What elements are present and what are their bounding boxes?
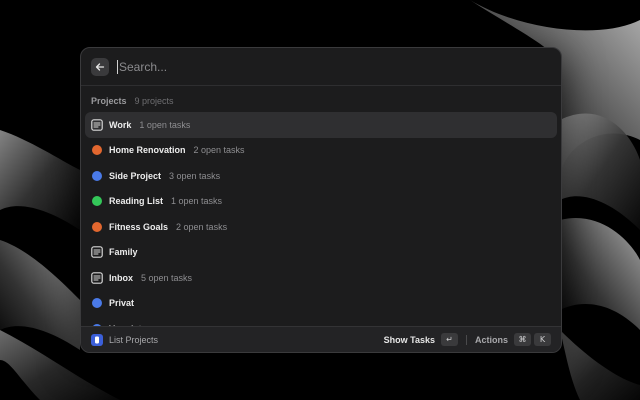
search-input[interactable] xyxy=(117,59,551,74)
section-header: Projects 9 projects xyxy=(81,90,561,112)
search-bar xyxy=(81,48,561,86)
list-item-subtitle: 2 open tasks xyxy=(193,145,245,156)
list-item[interactable]: Fitness Goals 2 open tasks xyxy=(85,214,557,240)
app-icon xyxy=(91,333,103,346)
color-dot xyxy=(92,170,102,181)
color-dot xyxy=(92,196,102,207)
enter-key-icon: ↵ xyxy=(440,333,458,346)
color-dot xyxy=(92,298,102,309)
color-dot xyxy=(92,145,102,156)
list-item-subtitle: 1 open tasks xyxy=(171,196,223,207)
arrow-left-icon xyxy=(95,62,105,71)
list-item[interactable]: Side Project 3 open tasks xyxy=(85,163,557,189)
list-item-subtitle: 3 open tasks xyxy=(169,170,221,181)
k-key-icon: K xyxy=(534,333,551,346)
list-item[interactable]: Reading List 1 open tasks xyxy=(85,189,557,215)
back-button[interactable] xyxy=(91,57,109,76)
list-item-title: Privat xyxy=(109,298,135,309)
list-item[interactable]: Inbox 5 open tasks xyxy=(85,265,557,291)
list-item-subtitle: 1 open tasks xyxy=(139,119,191,130)
footer-title: List Projects xyxy=(109,334,159,345)
show-tasks-button[interactable]: Show Tasks xyxy=(384,335,435,345)
list-item-title: Family xyxy=(109,247,138,258)
list-icon xyxy=(91,271,103,284)
actions-button[interactable]: Actions xyxy=(475,335,508,345)
color-dot-icon xyxy=(91,170,103,182)
list-item[interactable]: Family xyxy=(85,240,557,266)
list-icon xyxy=(91,246,103,259)
list-item-subtitle: 2 open tasks xyxy=(176,221,228,232)
color-dot-icon xyxy=(91,144,103,156)
footer-divider xyxy=(465,334,467,345)
color-dot-icon xyxy=(91,221,103,233)
list-item-subtitle: 5 open tasks xyxy=(141,272,193,283)
list-item-title: Inbox xyxy=(109,272,133,283)
list-icon xyxy=(91,118,103,131)
launcher-window: Projects 9 projects Work 1 open tasks Home… xyxy=(80,47,562,353)
color-dot xyxy=(92,221,102,232)
section-title: Projects xyxy=(91,96,127,106)
list-item-title: Fitness Goals xyxy=(109,221,169,232)
color-dot-icon xyxy=(91,195,103,207)
section-count: 9 projects xyxy=(134,96,174,106)
list-item-title: Work xyxy=(109,119,132,130)
action-bar: List Projects Show Tasks ↵ Actions ⌘ K xyxy=(81,326,561,352)
project-list: Work 1 open tasks Home Renovation 2 open ta… xyxy=(81,112,561,342)
list-item-title: Home Renovation xyxy=(109,145,186,156)
list-item[interactable]: Work 1 open tasks xyxy=(85,112,557,138)
list-item[interactable]: Privat xyxy=(85,291,557,317)
color-dot-icon xyxy=(91,297,103,309)
command-key-icon: ⌘ xyxy=(514,333,531,346)
list-item-title: Reading List xyxy=(109,196,164,207)
list-item-title: Side Project xyxy=(109,170,162,181)
app-glyph-icon xyxy=(95,336,99,343)
list-item[interactable]: Home Renovation 2 open tasks xyxy=(85,138,557,164)
